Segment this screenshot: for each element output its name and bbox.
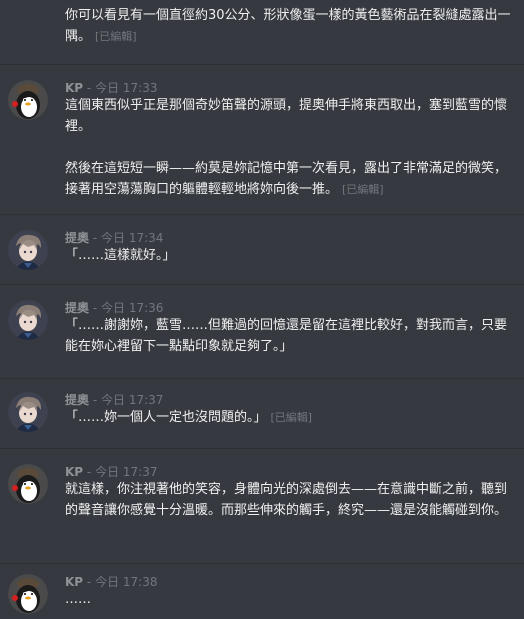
message-content: 這個東西似乎正是那個奇妙笛聲的源頭，提奧伸手將東西取出，塞到藍雪的懷裡。 然後在…: [65, 95, 516, 200]
message-text: 這個東西似乎正是那個奇妙笛聲的源頭，提奧伸手將東西取出，塞到藍雪的懷裡。: [65, 98, 508, 134]
timestamp: 今日 17:33: [95, 81, 158, 95]
message-divider: [0, 448, 524, 449]
theo-avatar[interactable]: [8, 300, 48, 340]
theo-character-avatar-icon: [8, 230, 48, 270]
edited-tag: [已編輯]: [342, 183, 384, 196]
message-content: 就這樣，你注視著他的笑容，身體向光的深處倒去——在意識中斷之前，聽到的聲音讓你感…: [65, 479, 516, 521]
theo-avatar[interactable]: [8, 230, 48, 270]
message-header: 提奧 - 今日 17:37: [65, 392, 163, 408]
penguin-avatar-icon: [8, 574, 48, 614]
author-name[interactable]: KP: [65, 575, 83, 589]
header-separator: -: [86, 465, 92, 479]
header-separator: -: [86, 81, 92, 95]
message-text: 「……謝謝妳，藍雪……但難過的回憶還是留在這裡比較好，對我而言，只要能在妳心裡留…: [65, 318, 508, 354]
kp-avatar[interactable]: [8, 80, 48, 120]
penguin-avatar-icon: [8, 80, 48, 120]
message-content: 「……這樣就好。」: [65, 245, 516, 266]
timestamp: 今日 17:38: [95, 575, 158, 589]
penguin-avatar-icon: [8, 464, 48, 504]
theo-character-avatar-icon: [8, 300, 48, 340]
message-header: KP - 今日 17:33: [65, 80, 158, 96]
message-header: 提奧 - 今日 17:36: [65, 300, 163, 316]
theo-avatar[interactable]: [8, 392, 48, 432]
message-divider: [0, 378, 524, 379]
timestamp: 今日 17:37: [101, 393, 164, 407]
message-text: 然後在這短短一瞬——約莫是妳記憶中第一次看見，露出了非常滿足的微笑，接著用空蕩蕩…: [65, 161, 508, 197]
timestamp: 今日 17:37: [95, 465, 158, 479]
kp-avatar[interactable]: [8, 464, 48, 504]
kp-avatar[interactable]: [8, 574, 48, 614]
message-divider: [0, 64, 524, 65]
message-divider: [0, 563, 524, 564]
message-text: 「……這樣就好。」: [65, 248, 176, 263]
message-text: ……: [65, 592, 91, 607]
header-separator: -: [92, 231, 98, 245]
message-text: 就這樣，你注視著他的笑容，身體向光的深處倒去——在意識中斷之前，聽到的聲音讓你感…: [65, 482, 508, 518]
author-name[interactable]: KP: [65, 81, 83, 95]
author-name[interactable]: 提奧: [65, 231, 89, 245]
message-divider: [0, 284, 524, 285]
message-header: KP - 今日 17:38: [65, 574, 158, 590]
author-name[interactable]: 提奧: [65, 301, 89, 315]
theo-character-avatar-icon: [8, 392, 48, 432]
timestamp: 今日 17:36: [101, 301, 164, 315]
message-content: 你可以看見有一個直徑約30公分、形狀像蛋一樣的黃色藝術品在裂縫處露出一隅。 [已編…: [65, 5, 516, 47]
message-header: KP - 今日 17:37: [65, 464, 158, 480]
message-content: 「……謝謝妳，藍雪……但難過的回憶還是留在這裡比較好，對我而言，只要能在妳心裡留…: [65, 315, 516, 357]
message-header: 提奧 - 今日 17:34: [65, 230, 163, 246]
header-separator: -: [86, 575, 92, 589]
message-text: 你可以看見有一個直徑約30公分、形狀像蛋一樣的黃色藝術品在裂縫處露出一隅。 [已編…: [65, 8, 511, 44]
header-separator: -: [92, 301, 98, 315]
timestamp: 今日 17:34: [101, 231, 164, 245]
message-content: ……: [65, 589, 516, 610]
message-content: 「……妳一個人一定也沒問題的。」 [已編輯]: [65, 407, 516, 428]
author-name[interactable]: KP: [65, 465, 83, 479]
message-divider: [0, 214, 524, 215]
author-name[interactable]: 提奧: [65, 393, 89, 407]
edited-tag: [已編輯]: [95, 30, 137, 43]
message-text: 「……妳一個人一定也沒問題的。」 [已編輯]: [65, 410, 313, 425]
edited-tag: [已編輯]: [270, 411, 313, 424]
chat-message-list: 你可以看見有一個直徑約30公分、形狀像蛋一樣的黃色藝術品在裂縫處露出一隅。 [已編…: [0, 0, 524, 619]
header-separator: -: [92, 393, 98, 407]
